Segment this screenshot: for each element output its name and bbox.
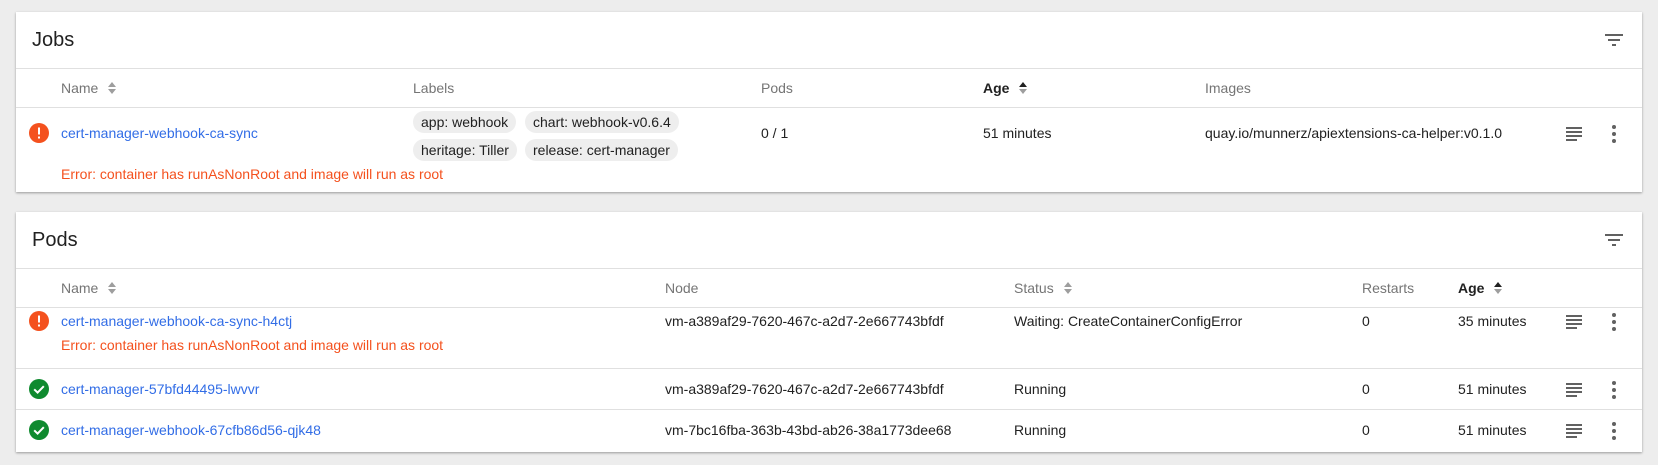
column-header-status[interactable]: Status (1014, 280, 1073, 296)
jobs-card-header: Jobs (16, 12, 1642, 69)
pod-node: vm-a389af29-7620-467c-a2d7-2e667743bfdf (665, 313, 944, 329)
more-vert-icon[interactable] (1602, 419, 1626, 443)
pod-age: 35 minutes (1458, 313, 1527, 329)
table-row: cert-manager-57bfd44495-lwvvr vm-a389af2… (16, 369, 1642, 410)
logs-icon[interactable] (1562, 310, 1586, 334)
job-pods: 0 / 1 (761, 125, 789, 141)
check-circle-icon (29, 379, 49, 399)
jobs-card: Jobs Name Labels Pods Age Images cert-ma… (16, 12, 1642, 192)
job-name-link[interactable]: cert-manager-webhook-ca-sync (61, 125, 258, 141)
column-header-restarts: Restarts (1362, 280, 1415, 296)
pod-age: 51 minutes (1458, 422, 1527, 438)
sort-icon (1494, 282, 1503, 295)
column-header-images: Images (1205, 80, 1251, 96)
logs-icon[interactable] (1562, 419, 1586, 443)
pods-table-header: Name Node Status Restarts Age (16, 269, 1642, 308)
sort-icon (108, 282, 117, 295)
pod-status: Running (1014, 422, 1067, 438)
pod-status: Waiting: CreateContainerConfigError (1014, 313, 1243, 329)
label-chip: app: webhook (413, 111, 517, 133)
column-header-labels: Labels (413, 80, 455, 96)
pod-node: vm-7bc16fba-363b-43bd-ab26-38a1773dee68 (665, 422, 952, 438)
more-vert-icon[interactable] (1602, 122, 1626, 146)
filter-icon[interactable] (1602, 228, 1626, 252)
pod-restarts: 0 (1362, 381, 1370, 397)
error-icon (29, 311, 49, 331)
pod-error-message: Error: container has runAsNonRoot and im… (61, 337, 444, 353)
pods-title: Pods (32, 229, 78, 251)
label-chip: release: cert-manager (525, 139, 678, 161)
filter-icon[interactable] (1602, 28, 1626, 52)
sort-icon (108, 82, 117, 95)
logs-icon[interactable] (1562, 378, 1586, 402)
job-error-message: Error: container has runAsNonRoot and im… (61, 166, 444, 182)
pod-name-link[interactable]: cert-manager-57bfd44495-lwvvr (61, 381, 259, 397)
table-row: cert-manager-webhook-67cfb86d56-qjk48 vm… (16, 410, 1642, 450)
pod-age: 51 minutes (1458, 381, 1527, 397)
column-header-pods: Pods (761, 80, 793, 96)
logs-icon[interactable] (1562, 122, 1586, 146)
sort-icon (1019, 82, 1028, 95)
column-header-node: Node (665, 280, 699, 296)
sort-icon (1063, 282, 1072, 295)
check-circle-icon (29, 420, 49, 440)
column-header-age[interactable]: Age (1458, 280, 1503, 296)
jobs-title: Jobs (32, 29, 75, 51)
table-row: cert-manager-webhook-ca-sync-h4ctj vm-a3… (16, 308, 1642, 369)
job-age: 51 minutes (983, 125, 1052, 141)
jobs-table-header: Name Labels Pods Age Images (16, 69, 1642, 108)
label-chip: chart: webhook-v0.6.4 (525, 111, 679, 133)
pods-card-header: Pods (16, 212, 1642, 269)
pod-node: vm-a389af29-7620-467c-a2d7-2e667743bfdf (665, 381, 944, 397)
label-chip: heritage: Tiller (413, 139, 517, 161)
column-header-age[interactable]: Age (983, 80, 1028, 96)
column-header-name[interactable]: Name (61, 80, 117, 96)
pod-name-link[interactable]: cert-manager-webhook-ca-sync-h4ctj (61, 313, 292, 329)
more-vert-icon[interactable] (1602, 310, 1626, 334)
column-header-name[interactable]: Name (61, 280, 117, 296)
error-icon (29, 123, 49, 143)
more-vert-icon[interactable] (1602, 378, 1626, 402)
pod-restarts: 0 (1362, 422, 1370, 438)
table-row: cert-manager-webhook-ca-sync app: webhoo… (16, 108, 1642, 192)
pod-status: Running (1014, 381, 1067, 397)
pod-restarts: 0 (1362, 313, 1370, 329)
pods-card: Pods Name Node Status Restarts Age cert-… (16, 212, 1642, 452)
pod-name-link[interactable]: cert-manager-webhook-67cfb86d56-qjk48 (61, 422, 321, 438)
job-images: quay.io/munnerz/apiextensions-ca-helper:… (1205, 125, 1503, 141)
